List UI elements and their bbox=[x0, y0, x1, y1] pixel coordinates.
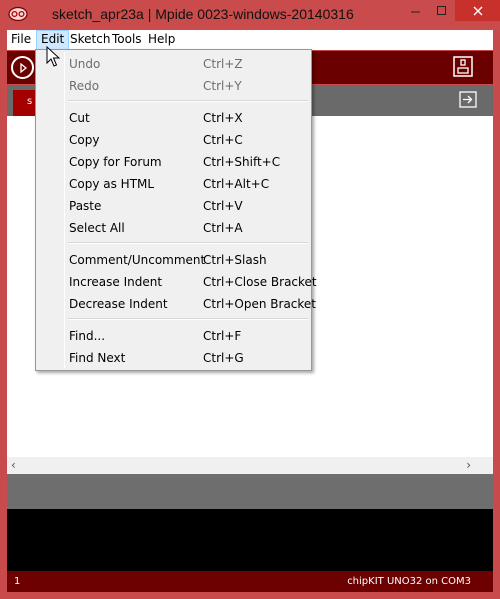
menu-help[interactable]: Help bbox=[144, 30, 179, 50]
menu-item-select-all[interactable]: Select All Ctrl+A bbox=[38, 217, 309, 239]
menu-item-comment-uncomment[interactable]: Comment/Uncomment Ctrl+Slash bbox=[38, 249, 309, 271]
close-button[interactable] bbox=[455, 0, 500, 21]
menu-item-copy-as-html[interactable]: Copy as HTML Ctrl+Alt+C bbox=[38, 173, 309, 195]
close-icon bbox=[473, 6, 482, 15]
play-icon bbox=[19, 62, 27, 73]
menu-separator bbox=[68, 100, 308, 102]
menu-item-undo[interactable]: Undo Ctrl+Z bbox=[38, 53, 309, 75]
menu-item-redo[interactable]: Redo Ctrl+Y bbox=[38, 75, 309, 97]
board-info: chipKIT UNO32 on COM3 bbox=[347, 576, 471, 587]
mouse-cursor-icon bbox=[46, 46, 60, 67]
menu-bar: File Edit Sketch Tools Help bbox=[7, 30, 493, 50]
serial-monitor-icon[interactable] bbox=[453, 56, 473, 77]
line-number: 1 bbox=[14, 576, 21, 587]
menu-item-find-next[interactable]: Find Next Ctrl+G bbox=[38, 347, 309, 369]
menu-separator bbox=[68, 318, 308, 320]
status-bar: 1 chipKIT UNO32 on COM3 bbox=[7, 571, 493, 592]
horizontal-scrollbar[interactable]: ‹ › bbox=[7, 457, 493, 474]
menu-separator bbox=[68, 242, 308, 244]
window-title: sketch_apr23a | Mpide 0023-windows-20140… bbox=[52, 6, 354, 22]
maximize-button[interactable] bbox=[429, 0, 455, 21]
scroll-left-icon[interactable]: ‹ bbox=[11, 458, 16, 472]
verify-button[interactable] bbox=[11, 56, 34, 79]
title-bar[interactable]: sketch_apr23a | Mpide 0023-windows-20140… bbox=[0, 0, 500, 30]
tab-label: s bbox=[27, 96, 33, 107]
menu-item-cut[interactable]: Cut Ctrl+X bbox=[38, 107, 309, 129]
menu-file[interactable]: File bbox=[7, 30, 35, 50]
menu-item-increase-indent[interactable]: Increase Indent Ctrl+Close Bracket bbox=[38, 271, 317, 293]
menu-item-copy-for-forum[interactable]: Copy for Forum Ctrl+Shift+C bbox=[38, 151, 309, 173]
minimize-button[interactable] bbox=[402, 0, 429, 21]
menu-item-copy[interactable]: Copy Ctrl+C bbox=[38, 129, 309, 151]
menu-tools[interactable]: Tools bbox=[108, 30, 146, 50]
menu-item-find[interactable]: Find... Ctrl+F bbox=[38, 325, 309, 347]
minimize-icon bbox=[410, 11, 420, 12]
tab-arrow-icon[interactable] bbox=[459, 91, 477, 108]
maximize-icon bbox=[437, 5, 446, 15]
status-area bbox=[7, 474, 493, 509]
menu-item-decrease-indent[interactable]: Decrease Indent Ctrl+Open Bracket bbox=[38, 293, 316, 315]
app-logo-icon bbox=[8, 6, 28, 22]
window-border bbox=[0, 592, 500, 599]
menu-item-paste[interactable]: Paste Ctrl+V bbox=[38, 195, 309, 217]
edit-dropdown-menu: Undo Ctrl+Z Redo Ctrl+Y Cut Ctrl+X Copy … bbox=[35, 49, 317, 371]
console-output[interactable] bbox=[7, 509, 493, 571]
scroll-right-icon[interactable]: › bbox=[466, 458, 471, 472]
